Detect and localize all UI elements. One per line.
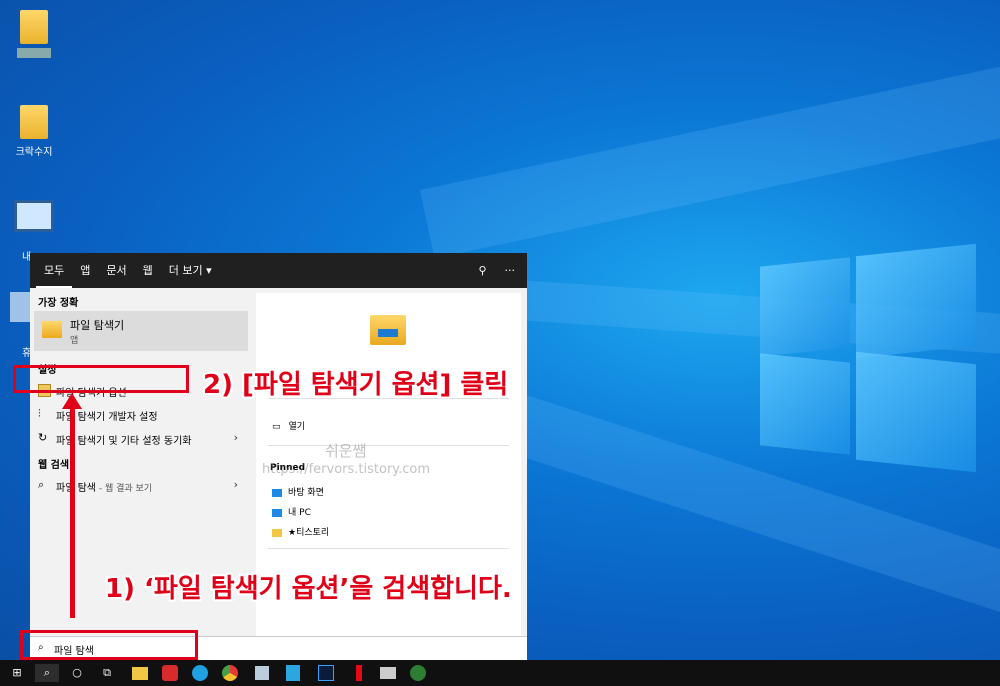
divider [268, 445, 509, 446]
highlight-box-options [13, 365, 189, 393]
sync-icon: ↻ [38, 431, 48, 444]
pinned-item-desktop[interactable]: 바탕 화면 [272, 485, 324, 498]
sliders-icon: ⫶ [38, 407, 41, 420]
best-match-item[interactable]: 파일 탐색기 앱 [34, 311, 248, 351]
file-explorer-icon [42, 321, 62, 338]
best-match-header: 가장 정확 [38, 298, 79, 309]
monitor-icon [14, 200, 54, 232]
web-search-header: 웹 검색 [38, 460, 70, 471]
taskbar: ⊞ ⌕ ○ ⧉ [0, 660, 1000, 686]
app-taskbar-icon[interactable] [380, 667, 396, 679]
highlight-box-search [20, 630, 198, 660]
desktop-icon [272, 488, 282, 497]
best-match-title: 파일 탐색기 [70, 319, 125, 332]
search-scope-tabs: 모두 앱 문서 웹 더 보기 ▾ ⚲ ··· [30, 253, 527, 288]
app-taskbar-icon[interactable] [162, 665, 178, 681]
recycle-bin-icon [10, 292, 30, 322]
tab-documents[interactable]: 문서 [98, 253, 134, 288]
app-taskbar-icon[interactable] [286, 665, 300, 681]
annotation-arrow [70, 404, 75, 618]
watermark-url: https://fervors.tistory.com [262, 462, 431, 477]
app-taskbar-icon[interactable] [255, 666, 269, 680]
search-icon: ⌕ [38, 478, 45, 491]
more-options-icon[interactable]: ··· [505, 264, 516, 277]
pinned-item-this-pc[interactable]: 내 PC [272, 505, 311, 518]
start-button[interactable]: ⊞ [8, 664, 26, 682]
desktop-icon-folder[interactable]: 크락수지 [4, 105, 64, 158]
folder-icon [272, 528, 282, 537]
feedback-icon[interactable]: ⚲ [478, 264, 486, 277]
annotation-arrow-head [62, 393, 82, 409]
chrome-icon[interactable] [222, 665, 238, 681]
divider [268, 548, 509, 549]
app-taskbar-icon[interactable] [410, 665, 426, 681]
annotation-step-2: 2) [파일 탐색기 옵션] 클릭 [203, 370, 509, 400]
open-action[interactable]: ▭ 열기 [272, 419, 305, 432]
task-view-button[interactable]: ⧉ [98, 664, 116, 682]
tab-apps[interactable]: 앱 [72, 253, 98, 288]
tab-more[interactable]: 더 보기 ▾ [161, 253, 220, 288]
cortana-button[interactable]: ○ [68, 664, 86, 682]
netflix-icon[interactable] [356, 665, 362, 681]
pinned-item-tistory[interactable]: ★티스토리 [272, 525, 329, 538]
best-match-subtitle: 앱 [70, 336, 79, 346]
photoshop-icon[interactable] [318, 665, 334, 681]
folder-icon [20, 105, 48, 139]
desktop-icon-user-folder[interactable] [4, 10, 64, 58]
search-button[interactable]: ⌕ [35, 664, 59, 682]
open-icon: ▭ [272, 422, 281, 432]
settings-item-sync[interactable]: ↻ 파일 탐색기 및 기타 설정 동기화 › [30, 426, 252, 450]
file-explorer-taskbar-icon[interactable] [132, 667, 148, 680]
tab-all[interactable]: 모두 [36, 253, 73, 288]
folder-icon [20, 10, 48, 44]
web-search-item[interactable]: ⌕ 파일 탐색 - 웹 결과 보기 › [30, 473, 252, 497]
watermark-name: 쉬운쌤 [325, 442, 367, 460]
file-explorer-large-icon [370, 315, 406, 345]
tab-web[interactable]: 웹 [135, 253, 161, 288]
annotation-step-1: 1) ‘파일 탐색기 옵션’을 검색합니다. [105, 574, 512, 604]
edge-icon[interactable] [192, 665, 208, 681]
computer-icon [272, 508, 282, 517]
